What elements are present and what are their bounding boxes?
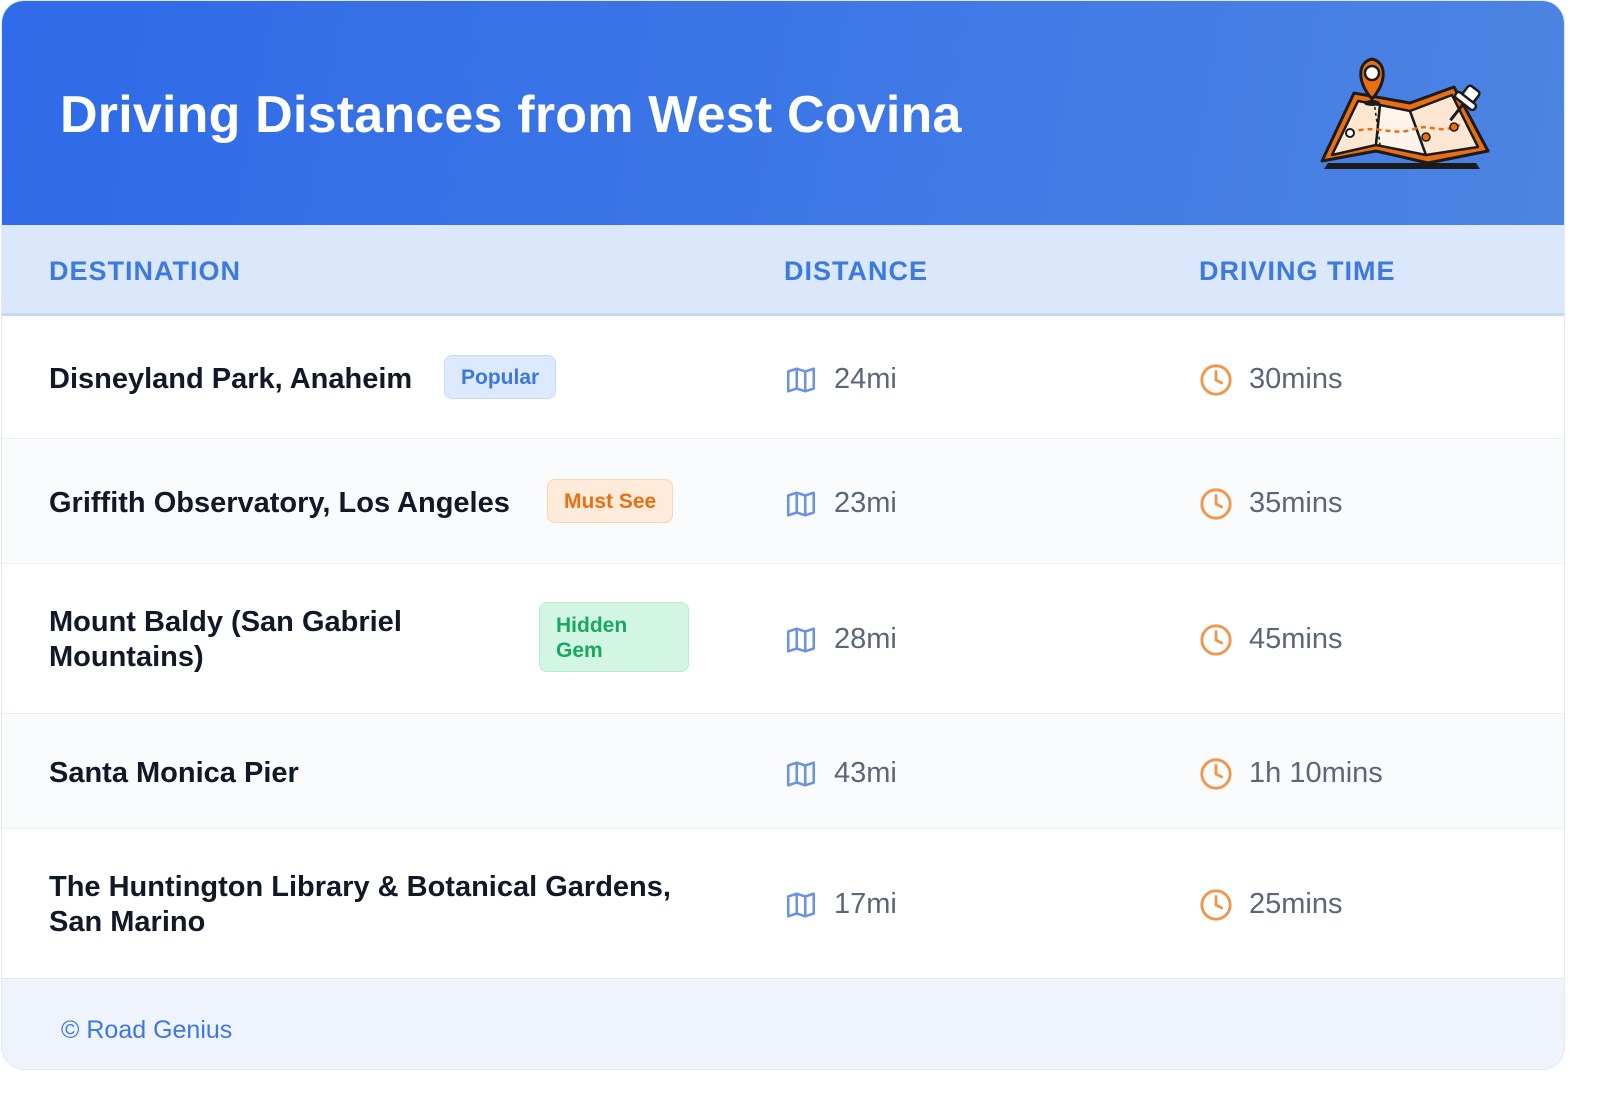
destination-name-line: The Huntington Library & Botanical Garde… [49, 871, 671, 903]
time-value: 35mins [1249, 487, 1343, 519]
distance-value: 43mi [834, 757, 897, 789]
time-cell: 35mins [1199, 486, 1343, 521]
table-row: The Huntington Library & Botanical Garde… [2, 829, 1564, 977]
distance-cell: 28mi [784, 622, 897, 657]
clock-icon [1199, 757, 1233, 791]
destination-name-line: Mount Baldy (San Gabriel [49, 606, 402, 638]
table-row: Griffith Observatory, Los Angeles Must S… [2, 439, 1564, 564]
distance-cell: 24mi [784, 362, 897, 397]
status-badge: Must See [547, 479, 674, 523]
footer-credit: © Road Genius [61, 1016, 233, 1044]
time-cell: 45mins [1199, 622, 1343, 657]
destination-name: Mount Baldy (San Gabriel Mountains) [49, 605, 402, 675]
time-cell: 1h 10mins [1199, 756, 1383, 791]
distance-value: 24mi [834, 363, 897, 395]
distance-cell: 17mi [784, 887, 897, 922]
clock-icon [1199, 487, 1233, 521]
table-row: Disneyland Park, Anaheim Popular 24mi 30… [2, 316, 1564, 439]
time-value: 30mins [1249, 363, 1343, 395]
clock-icon [1199, 623, 1233, 657]
distance-value: 17mi [834, 888, 897, 920]
status-badge: Hidden Gem [539, 602, 689, 672]
destination-name-line: Mountains) [49, 641, 204, 673]
table-header-banner: Driving Distances from West Covina [2, 1, 1564, 225]
map-icon [784, 623, 818, 657]
map-icon [784, 888, 818, 922]
badge-line: Gem [556, 639, 603, 662]
column-header-distance: DISTANCE [784, 256, 929, 286]
table-row: Santa Monica Pier 43mi 1h 10mins [2, 714, 1564, 829]
map-icon [784, 757, 818, 791]
map-icon [784, 363, 818, 397]
distance-cell: 43mi [784, 756, 897, 791]
distance-value: 28mi [834, 623, 897, 655]
column-header-row: DESTINATION DISTANCE DRIVING TIME [2, 225, 1564, 316]
column-header-destination: DESTINATION [49, 256, 241, 286]
distance-cell: 23mi [784, 486, 897, 521]
destination-name: Disneyland Park, Anaheim [49, 363, 413, 395]
time-cell: 30mins [1199, 362, 1343, 397]
map-with-pins-icon [1320, 57, 1490, 169]
column-header-driving-time: DRIVING TIME [1199, 256, 1396, 286]
time-cell: 25mins [1199, 887, 1343, 922]
distance-table-card: Driving Distances from West Covina DESTI… [2, 1, 1564, 1069]
destination-name: Griffith Observatory, Los Angeles [49, 487, 510, 519]
clock-icon [1199, 363, 1233, 397]
time-value: 45mins [1249, 623, 1343, 655]
time-value: 1h 10mins [1249, 757, 1383, 789]
clock-icon [1199, 888, 1233, 922]
destination-name: The Huntington Library & Botanical Garde… [49, 870, 671, 940]
destination-name-line: San Marino [49, 906, 206, 938]
page-title: Driving Distances from West Covina [60, 86, 962, 144]
table-row: Mount Baldy (San Gabriel Mountains) Hidd… [2, 564, 1564, 714]
destination-name: Santa Monica Pier [49, 757, 299, 789]
time-value: 25mins [1249, 888, 1343, 920]
badge-line: Hidden [556, 614, 628, 637]
map-icon [784, 487, 818, 521]
status-badge: Popular [444, 355, 557, 399]
footer: © Road Genius [2, 978, 1564, 1069]
distance-value: 23mi [834, 487, 897, 519]
